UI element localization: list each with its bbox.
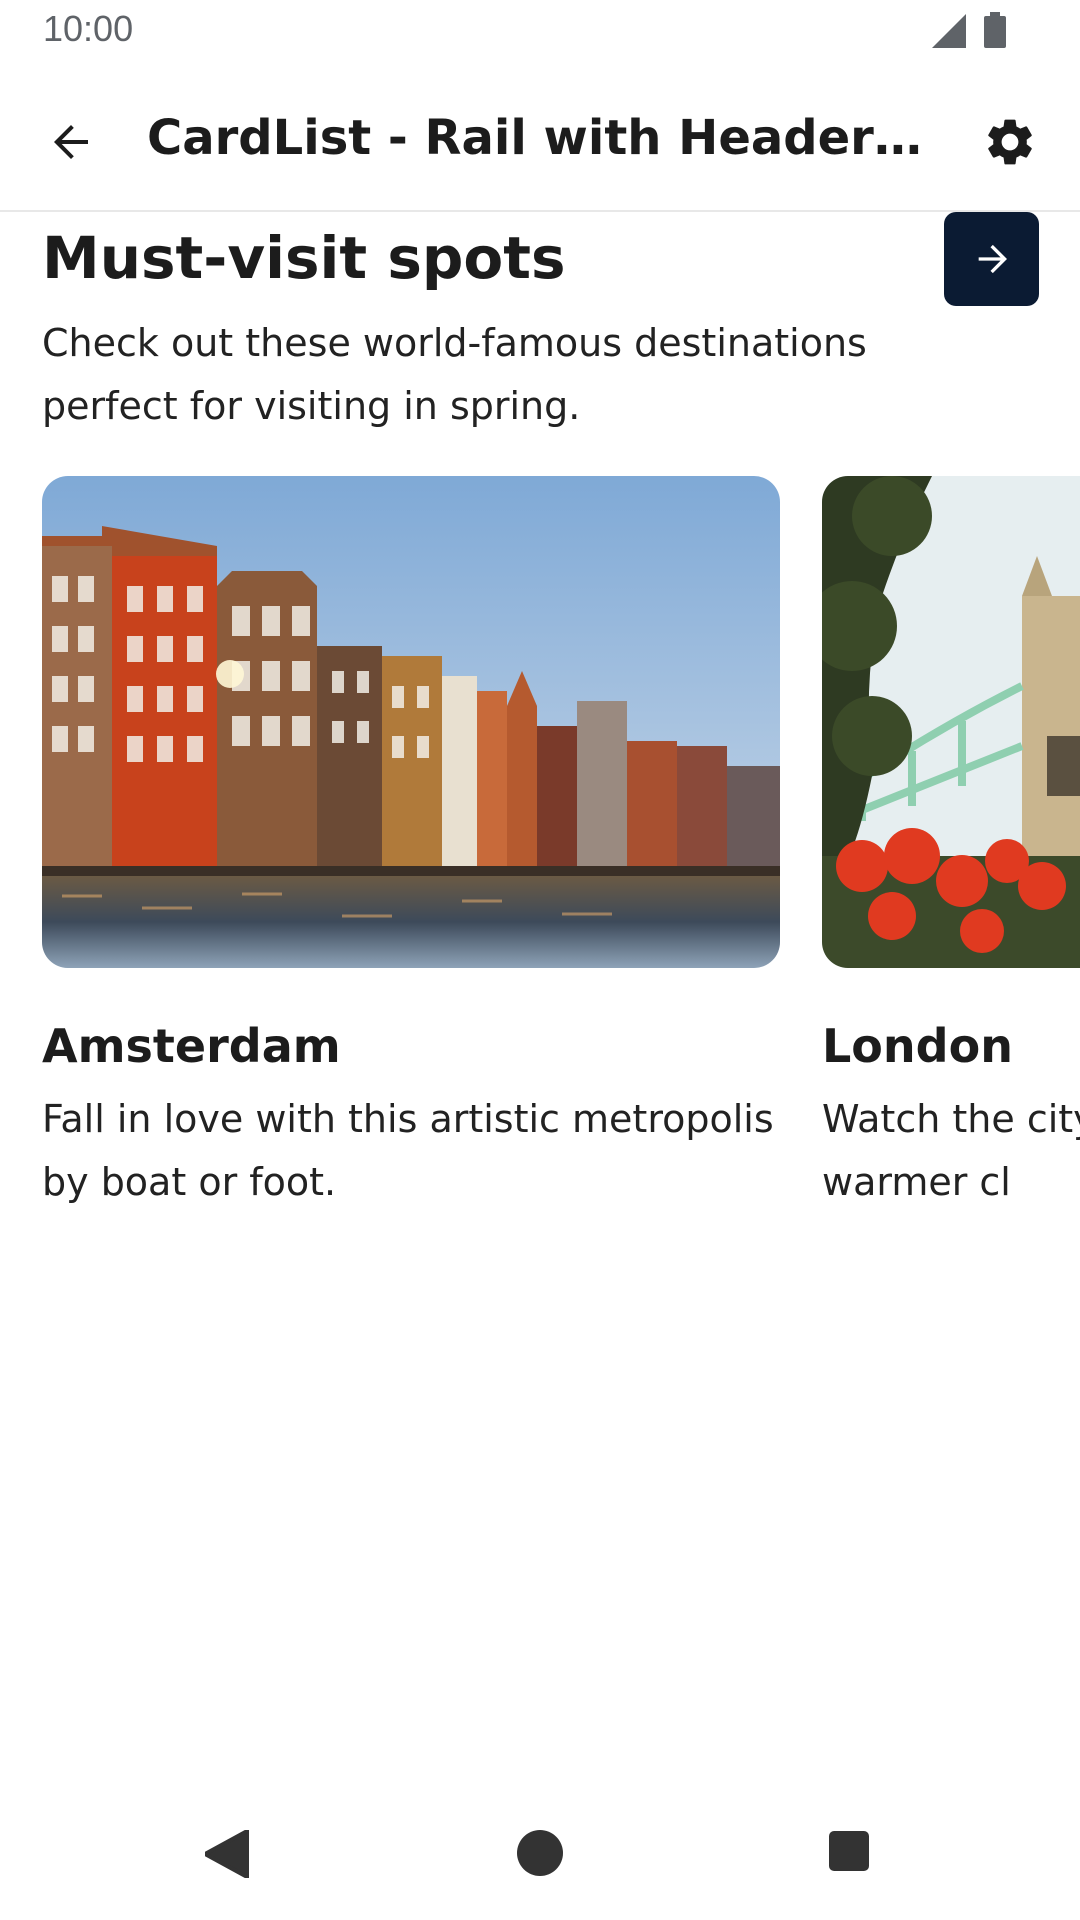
system-nav-bar (0, 1772, 1080, 1920)
battery-icon (984, 12, 1006, 48)
arrow-left-icon (54, 125, 88, 159)
nav-back-icon[interactable] (205, 1830, 249, 1878)
card-amsterdam[interactable]: Amsterdam Fall in love with this artisti… (42, 476, 780, 1214)
card-description: Watch the city come alive with the warme… (822, 1097, 1080, 1204)
status-time: 10:00 (43, 8, 134, 49)
amsterdam-image (42, 476, 780, 968)
gear-icon (988, 119, 1032, 165)
page-title: CardList - Rail with HeaderButt… (147, 110, 937, 166)
card-title: Amsterdam (42, 1019, 341, 1073)
back-button[interactable] (32, 102, 112, 182)
app-bar: CardList - Rail with HeaderButt… (0, 62, 1080, 212)
section-title: Must-visit spots (42, 224, 566, 292)
settings-button[interactable] (970, 102, 1050, 182)
card-list-rail[interactable]: Must-visit spots Check out these world-f… (0, 212, 1080, 1772)
header-arrow-button[interactable] (944, 212, 1039, 306)
card-description: Fall in love with this artistic metropol… (42, 1097, 774, 1204)
signal-icon (932, 14, 966, 48)
card-london[interactable]: London Watch the city come alive with th… (822, 476, 1080, 1214)
card-title: London (822, 1019, 1013, 1073)
nav-home-icon[interactable] (517, 1830, 563, 1876)
arrow-right-icon (978, 244, 1007, 274)
status-bar: 10:00 (0, 0, 1080, 62)
section-subtitle: Check out these world-famous destination… (42, 321, 867, 428)
nav-recents-icon[interactable] (829, 1831, 869, 1871)
london-image (822, 476, 1080, 968)
